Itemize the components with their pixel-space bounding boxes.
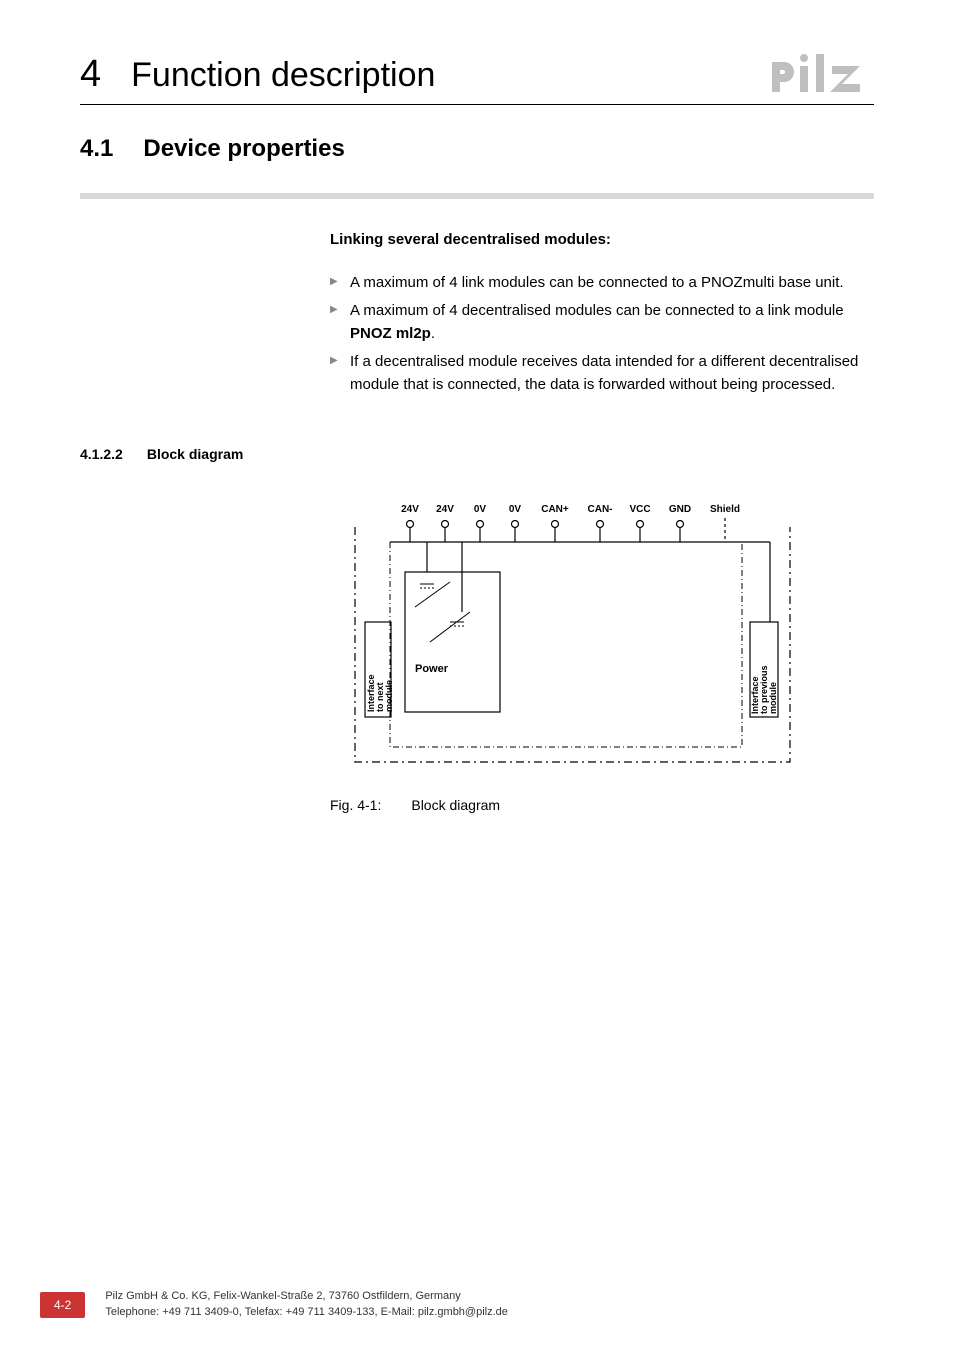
terminal-label: VCC [629,504,650,515]
pilz-logo [764,50,874,96]
footer-line: Pilz GmbH & Co. KG, Felix-Wankel-Straße … [105,1289,508,1304]
footer-line: Telephone: +49 711 3409-0, Telefax: +49 … [105,1305,508,1320]
terminal-label: CAN+ [541,504,569,515]
figure-number: Fig. 4-1: [330,797,381,813]
subsection-title: Block diagram [147,446,243,462]
chapter-title: Function description [131,56,435,95]
list-text: A maximum of 4 decentralised modules can… [350,302,844,319]
section-title: Device properties [143,135,344,163]
svg-text:Interface to previous: Interface to previous module [750,663,778,714]
terminal-label: 24V [436,504,454,515]
power-label: Power [415,663,449,675]
list-item: A maximum of 4 decentralised modules can… [330,300,874,345]
bullet-list: A maximum of 4 link modules can be conne… [330,272,874,397]
list-text: . [431,325,435,342]
terminal-label: 24V [401,504,419,515]
block-diagram: 24V 24V 0V 0V CAN+ CAN- VCC GND Shield [330,492,874,777]
list-item: If a decentralised module receives data … [330,351,874,396]
terminal-label: 0V [474,504,487,515]
footer-text: Pilz GmbH & Co. KG, Felix-Wankel-Straße … [105,1289,508,1320]
list-item: A maximum of 4 link modules can be conne… [330,272,874,295]
list-text: A maximum of 4 link modules can be conne… [350,274,844,291]
subsection-number: 4.1.2.2 [80,446,123,462]
section-number: 4.1 [80,135,113,163]
chapter-number: 4 [80,53,101,96]
page-footer: 4-2 Pilz GmbH & Co. KG, Felix-Wankel-Str… [0,1289,954,1320]
list-text-bold: PNOZ ml2p [350,325,431,342]
section-heading: 4.1 Device properties [80,135,874,183]
terminal-label: GND [669,504,691,515]
terminal-label: 0V [509,504,522,515]
list-text: If a decentralised module receives data … [350,353,858,393]
subsection-heading: 4.1.2.2 Block diagram [80,446,874,462]
divider-bar [80,193,874,199]
terminal-label: Shield [710,504,740,515]
figure-title: Block diagram [411,797,500,813]
terminal-label: CAN- [588,504,613,515]
chapter-heading: 4 Function description [80,53,435,96]
content-heading: Linking several decentralised modules: [330,229,874,252]
figure-caption: Fig. 4-1: Block diagram [330,797,874,813]
content-block: Linking several decentralised modules: A… [330,229,874,396]
page-number-badge: 4-2 [40,1292,85,1318]
page-header: 4 Function description [80,50,874,105]
